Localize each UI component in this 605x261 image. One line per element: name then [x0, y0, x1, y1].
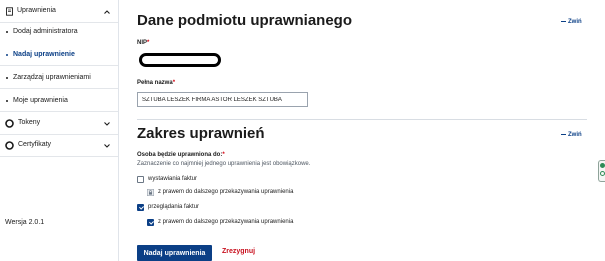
minus-icon [561, 133, 566, 135]
checkbox-przegladanie-faktur[interactable] [137, 204, 144, 211]
document-icon [6, 7, 13, 16]
permissions-label-text: Osoba będzie uprawniona do: [137, 152, 223, 158]
bullet-icon [6, 31, 8, 33]
sidebar-divider [0, 156, 118, 157]
full-name-input[interactable] [137, 92, 308, 107]
sidebar-item-label: Moje uprawnienia [13, 97, 68, 104]
sidebar: Uprawnienia Dodaj administratora Nadaj u… [0, 0, 119, 261]
sidebar-divider [0, 111, 118, 112]
sidebar-item-dodaj-administratora[interactable]: Dodaj administratora [0, 23, 118, 43]
sidebar-item-label: Dodaj administratora [13, 28, 78, 35]
section-title-subject: Dane podmiotu uprawnianego [137, 12, 353, 29]
collapse-subject-button[interactable]: Zwiń [561, 19, 582, 25]
sidebar-section-label: Uprawnienia [17, 7, 56, 14]
bullet-icon [6, 77, 8, 79]
nip-label: NIP* [137, 40, 149, 46]
bullet-icon [6, 54, 8, 56]
sidebar-item-label: Zarządzaj uprawnieniami [13, 74, 91, 81]
required-marker: * [172, 80, 176, 86]
checkbox-wystawianie-faktur[interactable] [137, 176, 144, 183]
sidebar-item-label: Nadaj uprawnienie [13, 51, 75, 58]
nip-label-text: NIP [137, 40, 148, 46]
section-divider [137, 119, 587, 120]
permissions-label: Osoba będzie uprawniona do:* [137, 152, 225, 158]
name-label: Pełna nazwa* [137, 80, 175, 86]
chevron-down-icon[interactable] [103, 120, 111, 128]
sidebar-group-certyfikaty[interactable]: Certyfikaty [0, 136, 118, 156]
sidebar-group-label: Certyfikaty [18, 141, 52, 148]
grant-permissions-button[interactable]: Nadaj uprawnienia [137, 245, 212, 261]
sidebar-item-nadaj-uprawnienie[interactable]: Nadaj uprawnienie [0, 46, 118, 66]
cancel-button[interactable]: Zrezygnuj [222, 248, 255, 255]
certificate-icon [5, 141, 14, 150]
checkbox-label: wystawiania faktur [148, 176, 198, 182]
required-marker: * [222, 152, 225, 158]
widget-ring-icon [600, 171, 605, 176]
checkbox-label: z prawem do dalszego przekazywania upraw… [158, 219, 294, 225]
sidebar-section-uprawnienia[interactable]: Uprawnienia [0, 2, 118, 23]
sidebar-divider [0, 88, 118, 89]
collapse-label: Zwiń [568, 19, 582, 25]
sidebar-divider [0, 134, 118, 135]
sidebar-item-zarzadzaj-uprawnieniami[interactable]: Zarządzaj uprawnieniami [0, 69, 118, 89]
sidebar-divider [0, 65, 118, 66]
minus-icon [561, 20, 566, 22]
accessibility-widget[interactable] [598, 160, 605, 182]
sidebar-group-label: Tokeny [18, 119, 41, 126]
required-marker: * [147, 40, 150, 46]
collapse-label: Zwiń [568, 132, 582, 138]
chevron-down-icon[interactable] [103, 142, 111, 150]
bullet-icon [6, 100, 8, 102]
checkbox-dalsze-przekazywanie[interactable] [147, 219, 154, 226]
token-icon [5, 119, 14, 128]
nip-field-redacted[interactable] [139, 53, 221, 67]
checkbox-label: przeglądania faktur [148, 204, 200, 210]
section-title-scope: Zakres uprawnień [137, 125, 265, 142]
name-label-text: Pełna nazwa [137, 80, 173, 86]
chevron-up-icon[interactable] [103, 8, 111, 16]
widget-dot-icon [600, 163, 605, 168]
checkbox-label-disabled: z prawem do dalszego przekazywania upraw… [158, 189, 294, 195]
sidebar-group-tokeny[interactable]: Tokeny [0, 114, 118, 134]
sidebar-item-moje-uprawnienia[interactable]: Moje uprawnienia [0, 92, 118, 112]
app-version: Wersja 2.0.1 [5, 219, 45, 226]
lock-icon [147, 189, 154, 196]
collapse-scope-button[interactable]: Zwiń [561, 132, 582, 138]
permissions-hint: Zaznaczenie co najmniej jednego uprawnie… [137, 161, 311, 167]
